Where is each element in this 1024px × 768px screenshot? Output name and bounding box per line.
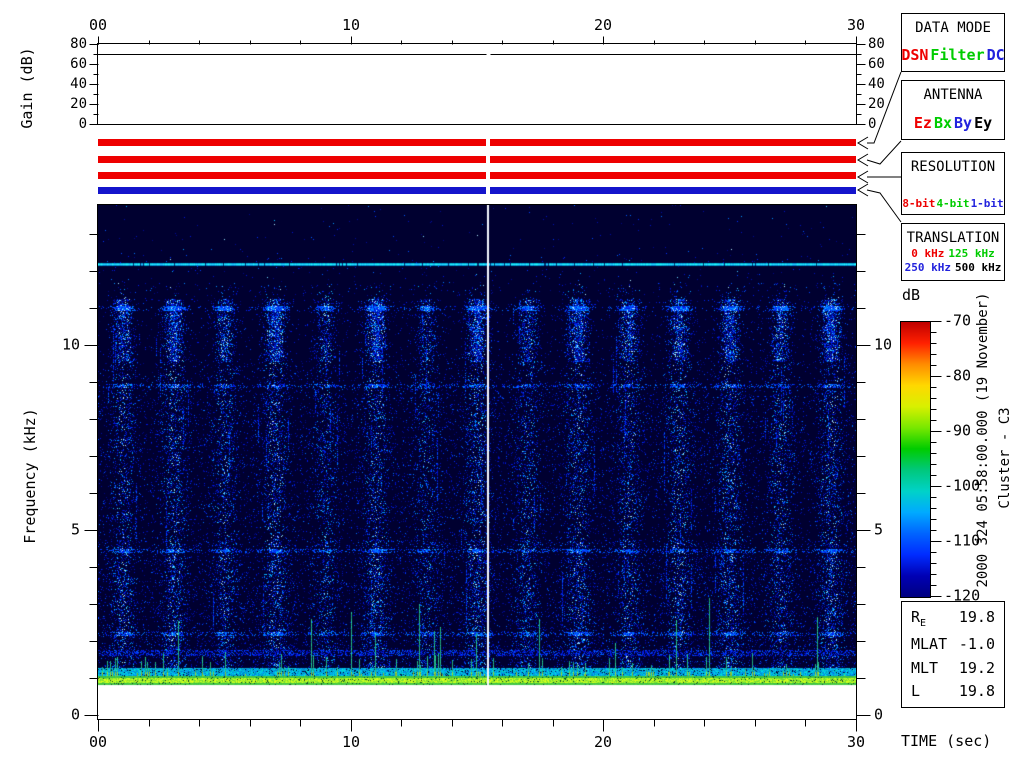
colorbar-tick-label: -100: [944, 476, 981, 495]
colorbar-tick-label: -120: [944, 586, 981, 605]
value-8-bit: 8-bit: [902, 197, 936, 210]
value-by: By: [954, 114, 973, 132]
ephemeris-row: L 19.8: [902, 681, 1004, 700]
freq-tick-label-left: 0: [70, 705, 80, 724]
ephemeris-value: 19.8: [958, 608, 995, 627]
data-mode-title: DATA MODE: [915, 20, 991, 36]
connector-antenna: [866, 140, 902, 165]
colorbar-tick-label: -90: [944, 421, 972, 440]
translation-values: 0 kHz 125 kHz 250 kHz 500 kHz: [905, 247, 1002, 280]
gain-tick-label-left: 40: [70, 76, 87, 92]
arrow-left-icon: [857, 153, 869, 167]
time-axis-label: TIME (sec): [901, 732, 992, 750]
ephemeris-row: MLT 19.2: [902, 658, 1004, 677]
ephemeris-label: MLAT: [911, 635, 948, 654]
colorbar-tick-label: -70: [944, 311, 972, 330]
gain-tick-label-left: 0: [78, 116, 87, 132]
gain-tick-label-right: 80: [868, 36, 885, 52]
gain-plot-frame: [97, 43, 857, 125]
data-gap: [486, 139, 490, 146]
gain-tick-label-right: 40: [868, 76, 885, 92]
translation-title: TRANSLATION: [906, 230, 1000, 246]
time-tick-label-top: 20: [593, 16, 613, 34]
ephemeris-row: MLAT -1.0: [902, 637, 1004, 652]
data-mode-values: DSN Filter DC: [901, 46, 1004, 71]
translation-bar: [98, 187, 856, 194]
value-dc: DC: [986, 46, 1005, 64]
ephemeris-row: RE 19.8: [902, 610, 1004, 629]
data-gap: [486, 187, 490, 194]
value-4-bit: 4-bit: [936, 197, 970, 210]
colorbar: [900, 321, 931, 598]
colorbar-tick-label: -80: [944, 366, 972, 385]
data-gap: [486, 172, 490, 179]
ephemeris-label: L: [911, 681, 921, 700]
resolution-title: RESOLUTION: [910, 159, 996, 175]
time-tick-label-bottom: 20: [593, 733, 613, 751]
value-filter: Filter: [930, 46, 985, 64]
gain-axis-label: Gain (dB): [18, 47, 36, 129]
data-mode-box: DATA MODE DSN Filter DC: [901, 13, 1005, 72]
arrow-left-icon: [857, 183, 869, 197]
freq-tick-label-left: 5: [70, 520, 80, 539]
ephemeris-value: 19.2: [958, 658, 995, 677]
gain-tick-label-left: 20: [70, 96, 87, 112]
ephemeris-value: 19.8: [958, 681, 995, 700]
ephemeris-label: RE: [911, 608, 927, 630]
gain-tick-label-right: 20: [868, 96, 885, 112]
antenna-box: ANTENNA Ez Bx By Ey: [901, 80, 1005, 140]
value-bx: Bx: [933, 114, 952, 132]
freq-tick-label-right: 5: [874, 520, 884, 539]
freq-tick-label-right: 10: [874, 335, 893, 354]
antenna-bar: [98, 156, 856, 163]
gain-tick-label-left: 60: [70, 56, 87, 72]
arrow-left-icon: [857, 136, 869, 150]
time-tick-label-bottom: 30: [846, 733, 866, 751]
translation-row: 250 kHz 500 kHz: [905, 261, 1002, 275]
colorbar-unit-label: dB: [902, 286, 921, 304]
connector-translation: [866, 189, 902, 223]
bar-connectors: [857, 71, 902, 223]
gain-tick-label-right: 0: [868, 116, 877, 132]
ephemeris-box: RE 19.8 MLAT -1.0 MLT 19.2 L 19.8: [901, 601, 1005, 708]
time-tick-label-top: 30: [846, 16, 866, 34]
gain-tick-label-right: 60: [868, 56, 885, 72]
antenna-values: Ez Bx By Ey: [914, 114, 992, 139]
translation-row: 0 kHz 125 kHz: [905, 247, 1002, 261]
spacecraft-text: Cluster - C3: [997, 407, 1013, 509]
value-125-khz: 125 kHz: [948, 247, 995, 260]
time-tick-label-bottom: 00: [88, 733, 108, 751]
resolution-box: RESOLUTION 8-bit 4-bit 1-bit: [901, 152, 1005, 215]
data-gap: [486, 156, 490, 163]
freq-tick-label-right: 0: [874, 705, 884, 724]
ephemeris-label: MLT: [911, 658, 939, 677]
ephemeris-value: -1.0: [958, 635, 995, 654]
arrow-left-icon: [857, 170, 869, 184]
value-ey: Ey: [974, 114, 993, 132]
value-250-khz: 250 kHz: [904, 261, 951, 274]
antenna-title: ANTENNA: [923, 87, 983, 103]
wbd-spectrogram-display: Gain (dB) Frequency (kHz) DATA MODE DSN F…: [0, 0, 1024, 768]
gain-tick-label-left: 80: [70, 36, 87, 52]
colorbar-tick-label: -110: [944, 531, 981, 550]
value-1-bit: 1-bit: [970, 197, 1004, 210]
freq-tick-label-left: 10: [61, 335, 80, 354]
data-mode-bar: [98, 139, 856, 146]
time-tick-label-bottom: 10: [341, 733, 361, 751]
value-0-khz: 0 kHz: [911, 247, 945, 260]
value-ez: Ez: [913, 114, 932, 132]
spectrogram-canvas: [98, 205, 856, 719]
time-tick-label-top: 10: [341, 16, 361, 34]
resolution-values: 8-bit 4-bit 1-bit: [902, 197, 1003, 214]
frequency-axis-label: Frequency (kHz): [21, 408, 39, 544]
value-500-khz: 500 kHz: [955, 261, 1002, 274]
resolution-bar: [98, 172, 856, 179]
value-dsn: DSN: [901, 46, 929, 64]
time-tick-label-top: 00: [88, 16, 108, 34]
translation-box: TRANSLATION 0 kHz 125 kHz 250 kHz 500 kHz: [901, 223, 1005, 281]
